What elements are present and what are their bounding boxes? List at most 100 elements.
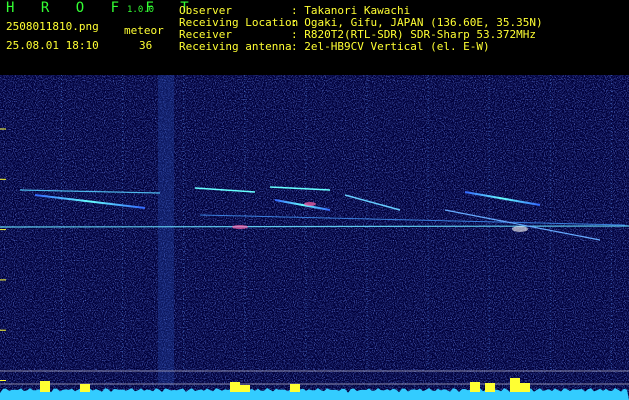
grid-dot xyxy=(488,327,490,328)
grid-dot xyxy=(122,163,124,164)
grid-dot xyxy=(244,163,246,164)
grid-dot xyxy=(366,355,368,356)
grid-dot xyxy=(549,83,551,84)
grid-dot xyxy=(610,95,612,96)
grid-dot xyxy=(549,203,551,204)
grid-dot xyxy=(305,247,307,248)
grid-dot xyxy=(549,279,551,280)
grid-dot xyxy=(427,83,429,84)
grid-dot xyxy=(122,243,124,244)
grid-dot xyxy=(305,123,307,124)
grid-dot xyxy=(305,287,307,288)
grid-dot xyxy=(427,347,429,348)
grid-dot xyxy=(549,311,551,312)
grid-dot xyxy=(549,295,551,296)
grid-dot xyxy=(122,199,124,200)
file-name: 2508011810.png xyxy=(6,20,99,33)
app-title: H R O F F T xyxy=(6,0,198,16)
grid-dot xyxy=(366,307,368,308)
grid-dot xyxy=(244,303,246,304)
grid-dot xyxy=(549,99,551,100)
grid-dot xyxy=(183,75,185,76)
noise-peak xyxy=(290,384,300,392)
grid-dot xyxy=(610,151,612,152)
grid-dot xyxy=(122,135,124,136)
grid-dot xyxy=(366,359,368,360)
grid-dot xyxy=(61,259,62,260)
grid-dot xyxy=(183,91,185,92)
grid-dot xyxy=(122,175,124,176)
grid-dot xyxy=(366,131,368,132)
grid-dot xyxy=(183,195,185,196)
grid-dot xyxy=(549,195,551,196)
grid-dot xyxy=(61,235,62,236)
grid-dot xyxy=(610,115,612,116)
grid-dot xyxy=(122,79,124,80)
meteor-echo-2 xyxy=(304,202,316,206)
grid-dot xyxy=(610,147,612,148)
grid-dot xyxy=(305,283,307,284)
grid-dot xyxy=(488,119,490,120)
grid-dot xyxy=(549,215,551,216)
grid-dot xyxy=(244,139,246,140)
grid-dot xyxy=(610,155,612,156)
grid-dot xyxy=(244,255,246,256)
grid-dot xyxy=(61,255,62,256)
noise-peak xyxy=(40,381,50,392)
grid-dot xyxy=(549,171,551,172)
grid-dot xyxy=(61,251,62,252)
grid-dot xyxy=(610,307,612,308)
grid-dot xyxy=(305,343,307,344)
grid-dot xyxy=(122,247,124,248)
grid-dot xyxy=(305,191,307,192)
grid-dot xyxy=(244,359,246,360)
grid-dot xyxy=(488,303,490,304)
grid-dot xyxy=(244,183,246,184)
grid-dot xyxy=(61,135,62,136)
grid-dot xyxy=(244,363,246,364)
grid-dot xyxy=(549,275,551,276)
grid-dot xyxy=(366,195,368,196)
grid-dot xyxy=(366,163,368,164)
grid-dot xyxy=(244,115,246,116)
grid-dot xyxy=(549,167,551,168)
grid-dot xyxy=(244,207,246,208)
grid-dot xyxy=(610,295,612,296)
grid-dot xyxy=(305,279,307,280)
grid-dot xyxy=(366,103,368,104)
grid-dot xyxy=(427,327,429,328)
grid-dot xyxy=(305,291,307,292)
grid-dot xyxy=(61,347,62,348)
grid-dot xyxy=(427,123,429,124)
grid-dot xyxy=(61,195,62,196)
grid-dot xyxy=(305,83,307,84)
grid-dot xyxy=(61,111,62,112)
grid-dot xyxy=(61,343,62,344)
grid-dot xyxy=(61,155,62,156)
grid-dot xyxy=(427,79,429,80)
grid-dot xyxy=(366,75,368,76)
grid-dot xyxy=(61,263,62,264)
grid-dot xyxy=(183,207,185,208)
grid-dot xyxy=(305,143,307,144)
grid-dot xyxy=(366,331,368,332)
grid-dot xyxy=(549,115,551,116)
grid-dot xyxy=(244,111,246,112)
grid-dot xyxy=(183,159,185,160)
grid-dot xyxy=(305,99,307,100)
grid-dot xyxy=(549,287,551,288)
grid-dot xyxy=(610,219,612,220)
grid-dot xyxy=(61,83,62,84)
grid-dot xyxy=(610,163,612,164)
grid-dot xyxy=(488,79,490,80)
grid-dot xyxy=(549,107,551,108)
grid-dot xyxy=(183,275,185,276)
grid-dot xyxy=(122,167,124,168)
grid-dot xyxy=(122,111,124,112)
grid-dot xyxy=(549,351,551,352)
grid-dot xyxy=(427,171,429,172)
grid-dot xyxy=(366,187,368,188)
grid-dot xyxy=(427,275,429,276)
grid-dot xyxy=(549,255,551,256)
grid-dot xyxy=(610,335,612,336)
